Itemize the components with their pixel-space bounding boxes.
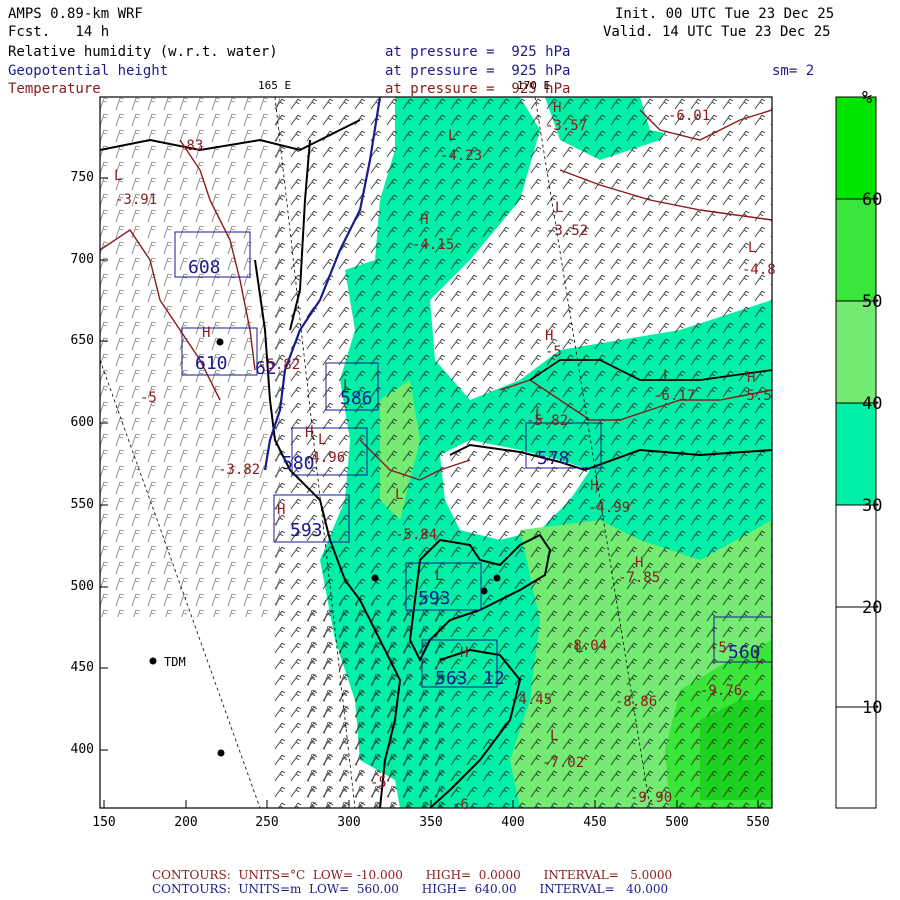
temperature-label: -4.99 <box>588 500 631 516</box>
pressure-center-label: L <box>448 128 457 144</box>
footer-height-contours: CONTOURS: UNITS=m LOW= 560.00 HIGH= 640.… <box>152 882 669 896</box>
colorbar-label: 20 <box>862 598 883 618</box>
height-value-label: 610 <box>195 353 228 374</box>
y-tick-label: 450 <box>70 660 94 675</box>
height-value-label: 593 <box>418 588 451 609</box>
x-tick-label: 450 <box>583 815 607 830</box>
y-tick-label: 750 <box>70 170 94 185</box>
x-tick-label: 400 <box>501 815 525 830</box>
temperature-label: -5.84 <box>395 527 438 543</box>
temperature-label: -6 <box>452 797 469 813</box>
temperature-label: -83 <box>178 138 204 154</box>
colorbar-label: 60 <box>862 190 883 210</box>
temperature-label: -8.86 <box>615 694 658 710</box>
colorbar-label: 40 <box>862 394 883 414</box>
x-tick-label: 550 <box>746 815 770 830</box>
pressure-center-label: L <box>550 728 559 744</box>
x-tick-label: 300 <box>337 815 361 830</box>
footer-temp-contours: CONTOURS: UNITS=°C LOW= -10.000 HIGH= 0.… <box>152 868 673 882</box>
temperature-label: -5 <box>710 640 727 656</box>
height-value-label: 563 <box>435 668 468 689</box>
x-tick-label: 350 <box>419 815 443 830</box>
temperature-label: -8.04 <box>565 638 608 654</box>
temperature-label: -4.45 <box>510 692 553 708</box>
temperature-label: -5.5 <box>738 388 772 404</box>
colorbar-label: 10 <box>862 698 883 718</box>
height-value-label: 62 <box>255 358 277 379</box>
temperature-label: -5 <box>140 390 157 406</box>
colorbar-label: 30 <box>862 496 883 516</box>
pressure-center-label: L <box>535 407 544 423</box>
temperature-label: -4.23 <box>440 148 483 164</box>
temperature-label: -3.52 <box>546 223 589 239</box>
y-tick-label: 550 <box>70 497 94 512</box>
pressure-center-label: L <box>575 640 584 656</box>
temperature-label: -3.82 <box>218 462 261 478</box>
temperature-label: -3.57 <box>545 118 588 134</box>
pressure-center-label: L <box>555 200 564 216</box>
colorbar-label: 50 <box>862 292 883 312</box>
x-tick-label: 200 <box>174 815 198 830</box>
y-tick-label: 400 <box>70 742 94 757</box>
height-value-label: 560 <box>728 642 761 663</box>
x-tick-label: 150 <box>92 815 116 830</box>
y-tick-label: 500 <box>70 579 94 594</box>
y-tick-label: 700 <box>70 252 94 267</box>
temperature-label: -4.8 <box>742 262 776 278</box>
pressure-center-label: H <box>202 325 211 341</box>
height-value-label: 578 <box>537 448 570 469</box>
colorbar-unit: % <box>862 88 873 108</box>
x-tick-label: 250 <box>255 815 279 830</box>
pressure-center-label: H <box>305 425 314 441</box>
pressure-center-label: H <box>553 100 562 116</box>
map-labels: -3.57 -4.23 -6.01 -4.15 -3.52 -4.8 -5 -6.17 -5.5… <box>0 0 900 900</box>
pressure-center-label: L <box>663 368 672 384</box>
height-value-label: 608 <box>188 257 221 278</box>
temperature-label: -5.82 <box>526 413 569 429</box>
pressure-center-label: L <box>318 432 327 448</box>
pressure-center-label: L <box>435 568 444 584</box>
pressure-center-label: L <box>114 168 123 184</box>
temperature-label: -4.15 <box>412 237 455 253</box>
height-value-label: 12 <box>483 668 505 689</box>
pressure-center-label: H <box>460 645 469 661</box>
pressure-center-label: L <box>748 240 757 256</box>
temperature-label: -5 <box>370 775 387 791</box>
pressure-center-label: L <box>395 487 404 503</box>
pressure-center-label: H <box>545 328 554 344</box>
temperature-label: -7.02 <box>542 755 585 771</box>
height-value-label: 586 <box>340 388 373 409</box>
temperature-label: -7.85 <box>618 570 661 586</box>
y-tick-label: 600 <box>70 415 94 430</box>
temperature-label: -6.17 <box>653 388 696 404</box>
height-value-label: 580 <box>282 453 315 474</box>
temperature-label: -3.91 <box>115 192 158 208</box>
pressure-center-label: H <box>747 370 756 386</box>
pressure-center-label: H <box>590 478 599 494</box>
station-label: TDM <box>164 655 186 669</box>
y-tick-label: 650 <box>70 333 94 348</box>
pressure-center-label: H <box>420 212 429 228</box>
temperature-label: -9.76 <box>700 683 743 699</box>
temperature-label: -6.01 <box>668 108 711 124</box>
pressure-center-label: H <box>277 502 286 518</box>
pressure-center-label: H <box>635 555 644 571</box>
x-tick-label: 500 <box>665 815 689 830</box>
temperature-label: -9.90 <box>630 790 673 806</box>
temperature-label: -5 <box>545 344 562 360</box>
height-value-label: 593 <box>290 520 323 541</box>
